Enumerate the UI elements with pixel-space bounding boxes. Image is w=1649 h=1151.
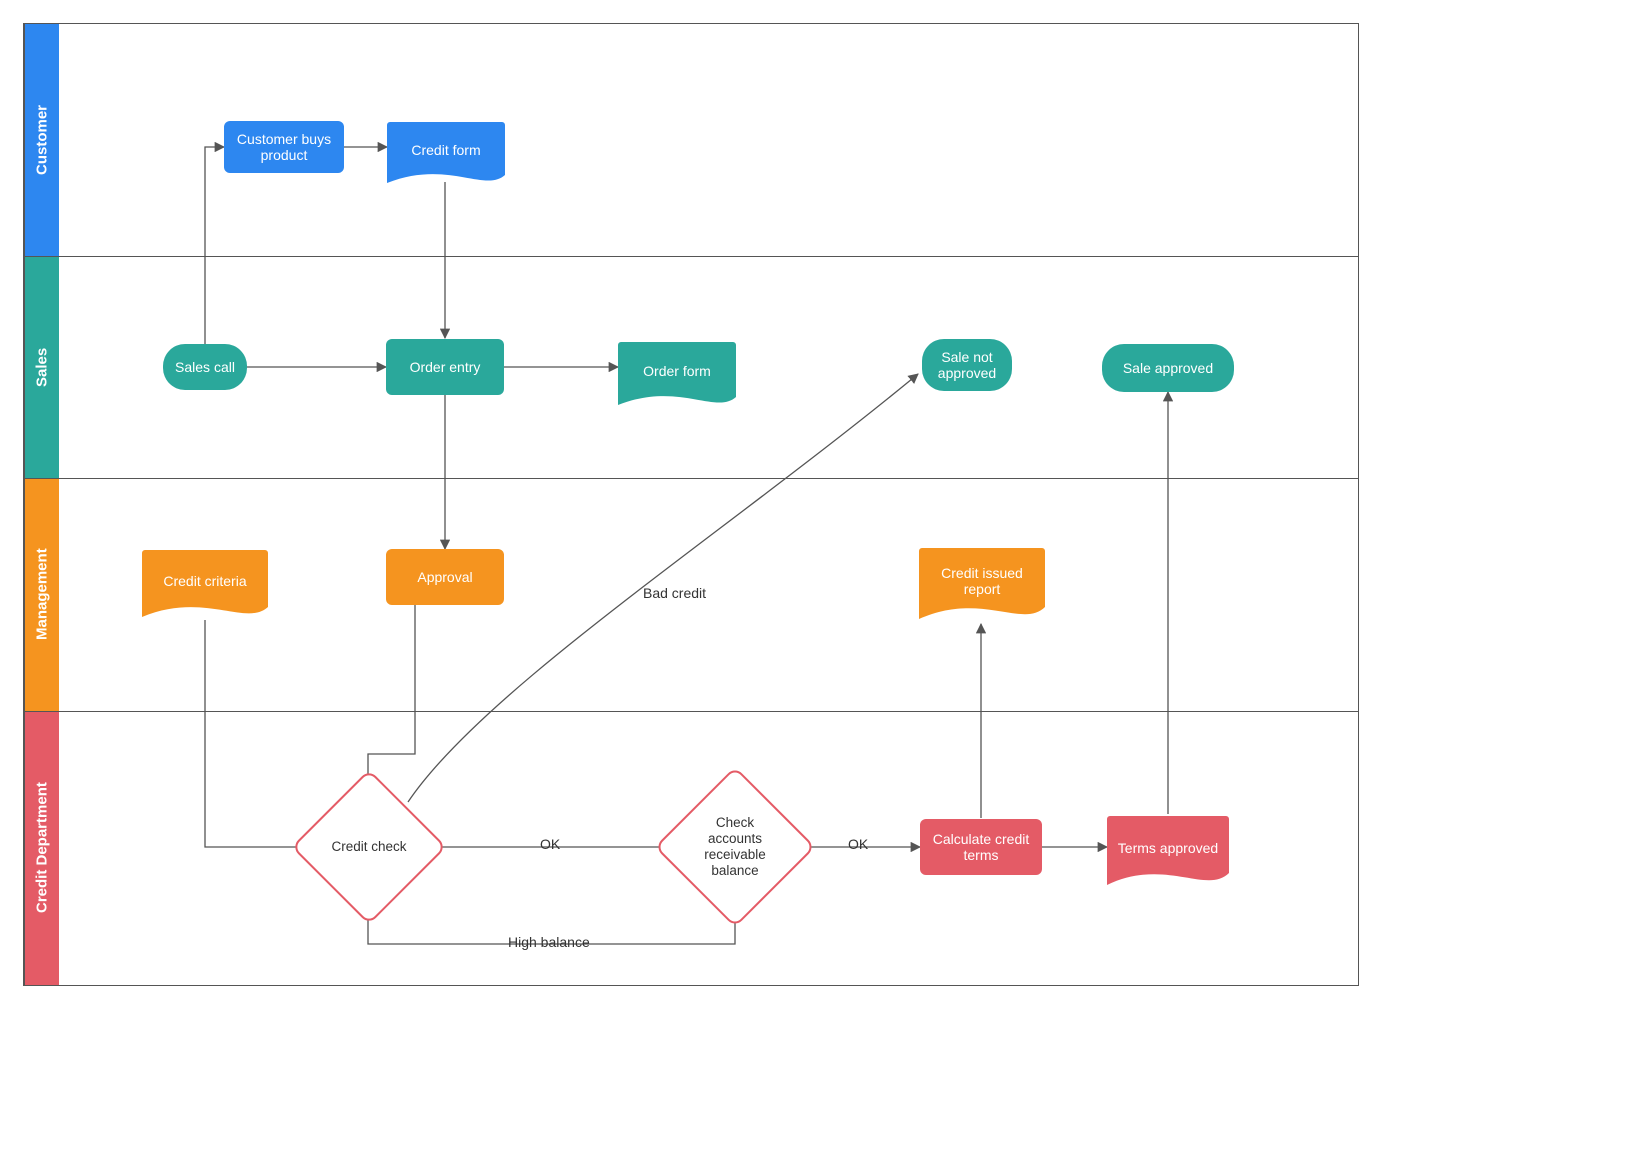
node-approval[interactable]: Approval <box>386 549 504 605</box>
node-label: Sales call <box>175 359 235 375</box>
node-label: Calculate credit terms <box>926 831 1036 863</box>
node-terms-approved[interactable]: Terms approved <box>1107 813 1229 893</box>
lane-separator <box>24 711 1358 712</box>
node-label: Customer buys product <box>230 131 338 163</box>
node-customer-buys[interactable]: Customer buys product <box>224 121 344 173</box>
node-label: Check accounts receivable balance <box>704 815 766 879</box>
node-credit-criteria[interactable]: Credit criteria <box>142 547 268 625</box>
node-label: Credit criteria <box>163 573 246 589</box>
node-sale-approved[interactable]: Sale approved <box>1102 344 1234 392</box>
node-label: Credit check <box>331 839 406 854</box>
node-check-ar-balance[interactable]: Check accounts receivable balance <box>678 790 792 904</box>
node-label: Order form <box>643 363 711 379</box>
edge-label-ok-2: OK <box>848 836 868 852</box>
edge-label-high-balance: High balance <box>508 934 590 950</box>
lane-separator <box>24 256 1358 257</box>
node-label: Credit form <box>411 142 480 158</box>
node-credit-form[interactable]: Credit form <box>387 119 505 191</box>
lane-label: Customer <box>34 105 51 175</box>
lane-separator <box>24 478 1358 479</box>
node-calc-terms[interactable]: Calculate credit terms <box>920 819 1042 875</box>
node-label: Sale approved <box>1123 360 1213 376</box>
node-label: Sale not approved <box>928 349 1006 381</box>
node-label: Approval <box>417 569 472 585</box>
edge-label-ok-1: OK <box>540 836 560 852</box>
node-order-form[interactable]: Order form <box>618 339 736 413</box>
lane-label: Management <box>34 549 51 641</box>
node-label: Terms approved <box>1118 840 1218 856</box>
node-order-entry[interactable]: Order entry <box>386 339 504 395</box>
node-label: Order entry <box>410 359 481 375</box>
lane-header-sales: Sales <box>24 256 59 478</box>
lane-label: Credit Department <box>34 783 51 914</box>
edge-label-bad-credit: Bad credit <box>643 585 706 601</box>
node-sales-call[interactable]: Sales call <box>163 344 247 390</box>
node-credit-check[interactable]: Credit check <box>314 792 424 902</box>
lane-header-management: Management <box>24 478 59 711</box>
node-label: Credit issued report <box>925 565 1039 597</box>
swimlane-diagram: Customer Sales Management Credit Departm… <box>23 23 1359 986</box>
node-sale-not-approved[interactable]: Sale not approved <box>922 339 1012 391</box>
lane-header-customer: Customer <box>24 24 59 256</box>
lane-header-credit: Credit Department <box>24 711 59 985</box>
node-credit-issued-report[interactable]: Credit issued report <box>919 545 1045 627</box>
lane-label: Sales <box>34 347 51 386</box>
